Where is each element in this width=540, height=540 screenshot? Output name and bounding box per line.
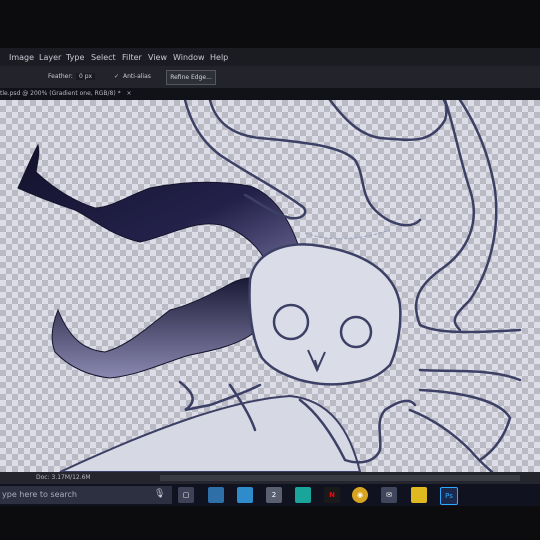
close-tab-icon[interactable]: × (127, 90, 132, 97)
skull (248, 243, 402, 386)
windowed-app-icon[interactable]: 2 (266, 487, 282, 503)
teal-app-icon[interactable] (295, 487, 311, 503)
lower-horn (51, 277, 271, 379)
menu-help[interactable]: Help (210, 53, 228, 62)
menu-select[interactable]: Select (91, 53, 116, 62)
canvas[interactable] (0, 100, 540, 472)
menu-view[interactable]: View (148, 53, 167, 62)
document-tab[interactable]: tle.psd @ 200% (Gradient one, RGB/8) * × (0, 90, 132, 97)
netflix-icon[interactable]: N (324, 487, 340, 503)
windows-taskbar: ype here to search 🎙 ▢ 2 N ◉ ✉ Ps (0, 484, 540, 506)
search-placeholder: ype here to search (2, 490, 77, 499)
menu-filter[interactable]: Filter (122, 53, 142, 62)
menu-type[interactable]: Type (66, 53, 84, 62)
feather-input[interactable]: 0 px (76, 73, 96, 80)
menu-bar: Image Layer Type Select Filter View Wind… (0, 48, 540, 66)
microphone-icon[interactable]: 🎙 (154, 489, 165, 499)
document-tab-bar: tle.psd @ 200% (Gradient one, RGB/8) * × (0, 88, 540, 100)
chrome-icon[interactable]: ◉ (352, 487, 368, 503)
photoshop-icon[interactable]: Ps (440, 487, 458, 505)
menu-window[interactable]: Window (173, 53, 205, 62)
status-bar: Doc: 3.17M/12.6M (0, 472, 540, 484)
horizontal-scrollbar[interactable] (160, 475, 520, 481)
yellow-app-icon[interactable] (411, 487, 427, 503)
document-info: Doc: 3.17M/12.6M (36, 474, 91, 481)
store-icon[interactable] (237, 487, 253, 503)
file-explorer-icon[interactable] (208, 487, 224, 503)
body-fill (59, 394, 362, 472)
artwork (17, 100, 522, 472)
task-view-icon[interactable]: ▢ (178, 487, 194, 503)
windowed-app-badge: 2 (271, 491, 277, 499)
mail-icon[interactable]: ✉ (381, 487, 397, 503)
antialias-label: Anti-alias (123, 73, 151, 80)
antialias-checkbox-icon[interactable]: ✓ (114, 73, 119, 80)
upper-horn (17, 143, 301, 276)
document-tab-title: tle.psd @ 200% (Gradient one, RGB/8) * (0, 90, 121, 97)
options-bar: Feather: 0 px ✓ Anti-alias Refine Edge..… (0, 66, 540, 88)
menu-image[interactable]: Image (9, 53, 34, 62)
monitor-screen: Image Layer Type Select Filter View Wind… (0, 0, 540, 540)
feather-label: Feather: (48, 73, 73, 80)
menu-layer[interactable]: Layer (39, 53, 61, 62)
taskbar-search-box[interactable]: ype here to search 🎙 (0, 486, 172, 504)
refine-edge-button[interactable]: Refine Edge... (166, 70, 216, 85)
selection-marquee (304, 229, 391, 240)
